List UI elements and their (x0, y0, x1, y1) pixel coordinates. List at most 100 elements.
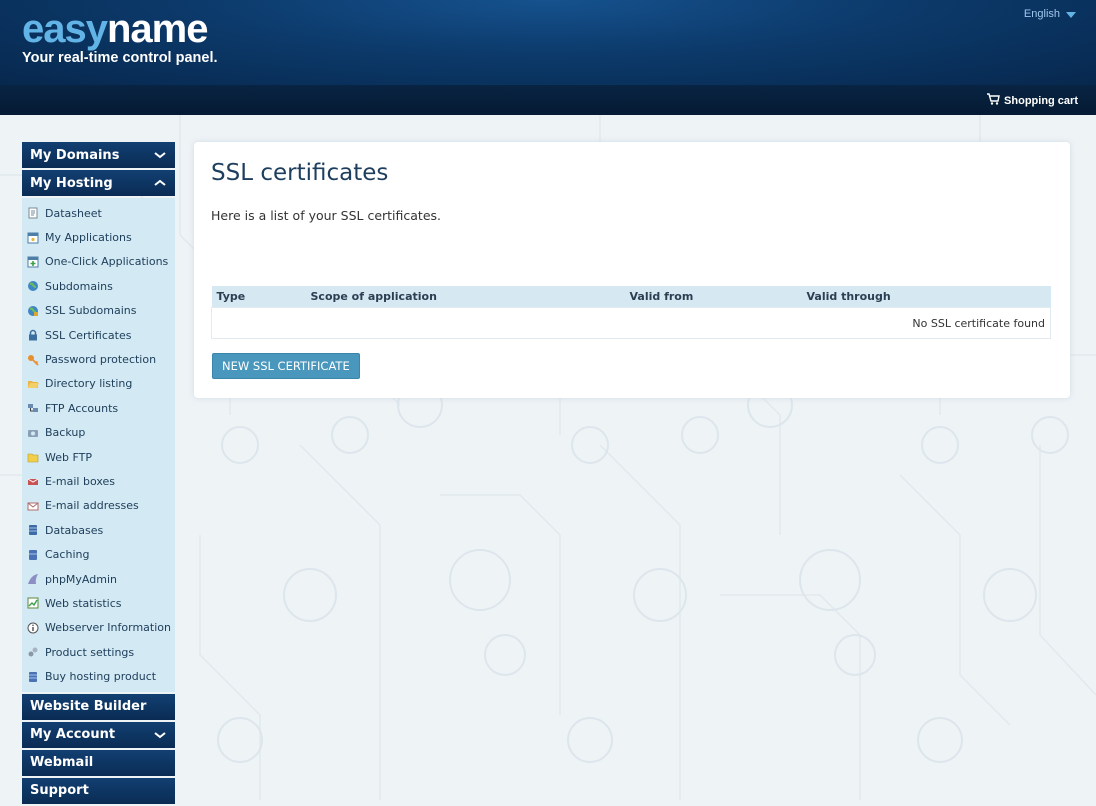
sidebar-item-e-mail-boxes[interactable]: E-mail boxes (22, 469, 175, 493)
nav-label: My Domains (30, 147, 120, 163)
cart-icon (986, 93, 1000, 108)
sidebar-item-webserver-information[interactable]: Webserver Information (22, 616, 175, 640)
sidebar-item-label: SSL Certificates (45, 328, 132, 342)
sidebar-item-label: E-mail boxes (45, 474, 116, 488)
sidebar-item-databases[interactable]: Databases (22, 518, 175, 542)
sidebar-item-label: phpMyAdmin (45, 572, 117, 586)
backup-icon (27, 427, 39, 439)
logo-name: name (106, 7, 208, 51)
sidebar-item-ssl-certificates[interactable]: SSL Certificates (22, 323, 175, 347)
header: easyname Your real-time control panel. E… (0, 0, 1096, 85)
sidebar: My Domains My Hosting Datasheet My Appli… (22, 142, 175, 806)
sidebar-item-backup[interactable]: Backup (22, 421, 175, 445)
column-header-scope: Scope of application (305, 286, 625, 308)
sidebar-item-caching[interactable]: Caching (22, 542, 175, 566)
sidebar-item-one-click-applications[interactable]: One-Click Applications (22, 250, 175, 274)
globe-icon (27, 280, 39, 292)
sidebar-item-label: Webserver Information (45, 621, 171, 635)
sidebar-item-label: Backup (45, 426, 86, 440)
column-header-valid-through: Valid through (801, 286, 1051, 308)
nav-my-account[interactable]: My Account (22, 721, 175, 748)
page-title: SSL certificates (211, 160, 389, 186)
shopping-cart-link[interactable]: Shopping cart (986, 93, 1078, 108)
sidebar-item-label: Caching (45, 548, 90, 562)
hosting-submenu: Datasheet My Applications One-Click Appl… (22, 198, 175, 692)
phpmyadmin-icon (27, 573, 39, 585)
easyname-logo[interactable]: easyname (22, 6, 208, 52)
sidebar-item-web-statistics[interactable]: Web statistics (22, 591, 175, 615)
info-icon (27, 622, 39, 634)
sidebar-item-product-settings[interactable]: Product settings (22, 640, 175, 664)
sidebar-item-label: E-mail addresses (45, 499, 139, 513)
nav-webmail[interactable]: Webmail (22, 749, 175, 776)
mailbox-icon (27, 475, 39, 487)
top-bar: Shopping cart (0, 85, 1096, 115)
sidebar-item-label: Subdomains (45, 279, 113, 293)
chevron-down-icon (154, 152, 166, 159)
ssl-certificates-table: Type Scope of application Valid from Val… (211, 286, 1051, 339)
column-header-valid-from: Valid from (624, 286, 802, 308)
logo-easy: easy (22, 7, 108, 51)
buy-icon (27, 671, 39, 683)
chevron-down-icon (154, 732, 166, 739)
sidebar-item-datasheet[interactable]: Datasheet (22, 201, 175, 225)
sidebar-item-label: Datasheet (45, 206, 102, 220)
cache-icon (27, 549, 39, 561)
table-header-row: Type Scope of application Valid from Val… (211, 286, 1051, 308)
nav-label: Website Builder (30, 699, 147, 715)
add-window-icon (27, 256, 39, 268)
nav-label: Support (30, 783, 89, 799)
language-selector[interactable]: English (1024, 8, 1076, 20)
nav-website-builder[interactable]: Website Builder (22, 693, 175, 720)
key-icon (27, 354, 39, 366)
sidebar-item-buy-hosting-product[interactable]: Buy hosting product (22, 664, 175, 688)
folder-icon (27, 451, 39, 463)
settings-icon (27, 646, 39, 658)
nav-label: My Account (30, 727, 116, 743)
intro-text: Here is a list of your SSL certificates. (211, 208, 442, 223)
nav-my-hosting[interactable]: My Hosting (22, 170, 175, 196)
sidebar-item-ssl-subdomains[interactable]: SSL Subdomains (22, 299, 175, 323)
sidebar-item-label: Directory listing (45, 377, 133, 391)
sidebar-item-label: FTP Accounts (45, 401, 119, 415)
sidebar-item-password-protection[interactable]: Password protection (22, 347, 175, 371)
sidebar-item-e-mail-addresses[interactable]: E-mail addresses (22, 494, 175, 518)
nav-label: My Hosting (30, 175, 113, 191)
sidebar-item-my-applications[interactable]: My Applications (22, 225, 175, 249)
sidebar-item-label: Databases (45, 523, 104, 537)
sidebar-item-ftp-accounts[interactable]: FTP Accounts (22, 396, 175, 420)
sidebar-item-label: Web statistics (45, 596, 122, 610)
lock-icon (27, 329, 39, 341)
column-header-type: Type (211, 286, 306, 308)
sidebar-item-label: Web FTP (45, 450, 92, 464)
sidebar-item-label: One-Click Applications (45, 255, 169, 269)
sidebar-item-web-ftp[interactable]: Web FTP (22, 445, 175, 469)
sidebar-item-label: SSL Subdomains (45, 304, 137, 318)
envelope-icon (27, 500, 39, 512)
table-row: No SSL certificate found (211, 307, 1051, 339)
ftp-icon (27, 402, 39, 414)
content-panel: SSL certificates Here is a list of your … (194, 142, 1070, 398)
cart-label: Shopping cart (1004, 94, 1078, 107)
folder-open-icon (27, 378, 39, 390)
caret-down-icon (1066, 12, 1076, 18)
document-icon (27, 207, 39, 219)
nav-my-domains[interactable]: My Domains (22, 142, 175, 168)
language-label: English (1023, 8, 1060, 20)
new-ssl-certificate-button[interactable]: NEW SSL CERTIFICATE (212, 353, 360, 379)
sidebar-item-subdomains[interactable]: Subdomains (22, 274, 175, 298)
sidebar-item-directory-listing[interactable]: Directory listing (22, 372, 175, 396)
empty-message: No SSL certificate found (211, 307, 1051, 339)
tagline: Your real-time control panel. (22, 50, 218, 66)
sidebar-item-label: Password protection (45, 353, 157, 367)
nav-label: Webmail (30, 755, 94, 771)
sidebar-item-phpmyadmin[interactable]: phpMyAdmin (22, 567, 175, 591)
secure-globe-icon (27, 305, 39, 317)
window-icon (27, 232, 39, 244)
chevron-up-icon (154, 179, 166, 186)
sidebar-item-label: Product settings (45, 645, 135, 659)
database-icon (27, 524, 39, 536)
sidebar-item-label: My Applications (45, 231, 132, 245)
chart-icon (27, 597, 39, 609)
sidebar-item-label: Buy hosting product (45, 670, 157, 684)
